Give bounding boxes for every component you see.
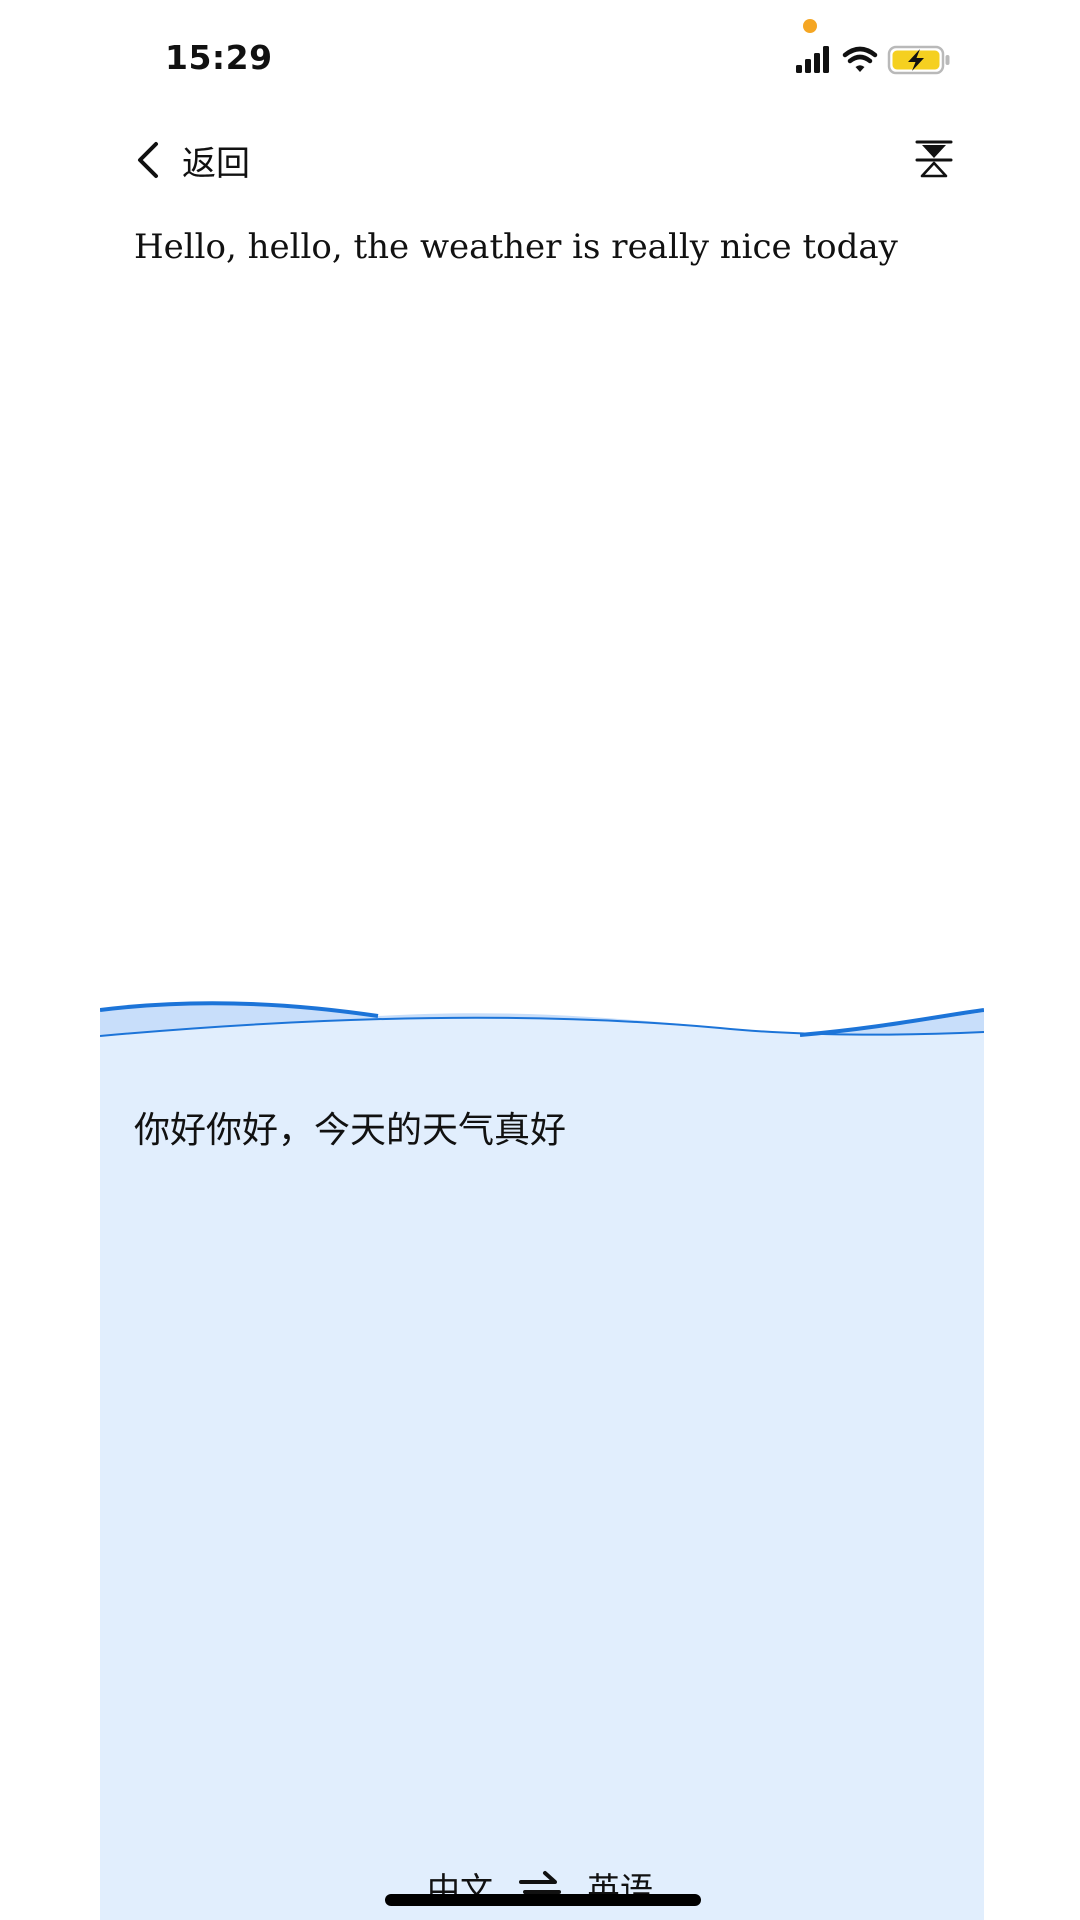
status-time: 15:29 <box>165 38 273 77</box>
nav-bar: 返回 <box>0 125 1080 195</box>
chevron-left-icon <box>138 142 158 178</box>
privacy-indicator-dot <box>803 19 817 33</box>
battery-charging-icon <box>887 45 950 75</box>
cellular-signal-icon <box>796 46 829 73</box>
translated-text: 你好你好，今天的天气真好 <box>134 1110 567 1151</box>
source-text: Hello, hello, the weather is really nice… <box>134 227 898 267</box>
translation-screen: 15:29 返回 Hello, hello, the weather is re… <box>0 0 1080 1920</box>
wave-decoration <box>100 1001 984 1060</box>
status-icons <box>796 45 950 75</box>
back-label: 返回 <box>182 143 250 184</box>
home-indicator <box>385 1894 701 1906</box>
back-button[interactable]: 返回 <box>132 135 250 185</box>
wifi-icon <box>842 46 878 72</box>
translation-panel-background <box>100 1034 984 1920</box>
translation-panel: 你好你好，今天的天气真好 <box>100 1000 984 1920</box>
status-bar: 15:29 <box>0 0 1080 110</box>
hourglass-flip-icon[interactable] <box>914 138 954 182</box>
